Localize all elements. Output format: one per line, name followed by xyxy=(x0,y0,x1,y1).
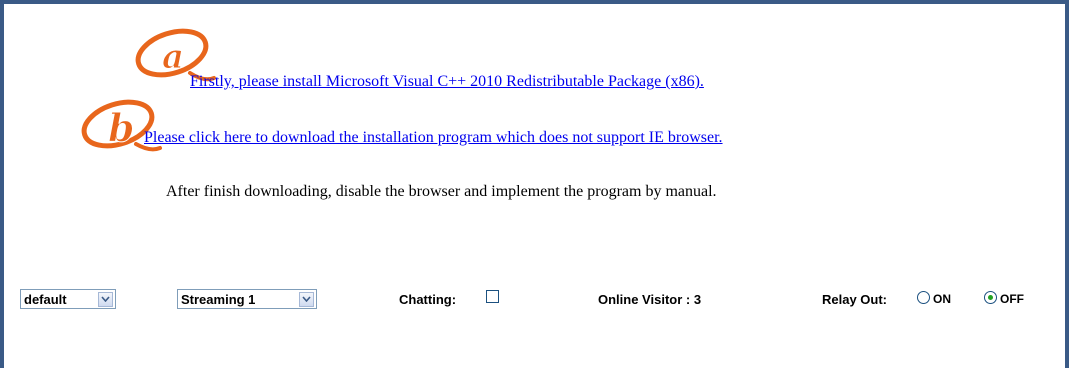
relay-on-radio[interactable] xyxy=(917,291,930,304)
install-vc-link[interactable]: Firstly, please install Microsoft Visual… xyxy=(190,73,704,91)
marker-b-letter: b xyxy=(108,105,135,150)
relay-on-label: ON xyxy=(933,292,951,306)
relay-off-radio[interactable] xyxy=(984,291,997,304)
marker-b-icon: b xyxy=(81,99,162,152)
download-program-link[interactable]: Please click here to download the instal… xyxy=(144,129,723,147)
chevron-down-icon[interactable] xyxy=(98,291,113,307)
relay-off-label: OFF xyxy=(1000,292,1024,306)
relay-out-label: Relay Out: xyxy=(822,292,888,307)
instructions-text: After finish downloading, disable the br… xyxy=(166,183,717,200)
chevron-down-icon[interactable] xyxy=(299,291,314,307)
quality-select-value: default xyxy=(24,291,67,307)
chatting-checkbox[interactable] xyxy=(486,290,499,303)
chatting-label: Chatting: xyxy=(399,292,457,307)
stream-select[interactable]: Streaming 1 xyxy=(177,289,317,309)
stream-select-value: Streaming 1 xyxy=(181,291,256,307)
online-visitor-text: Online Visitor : 3 xyxy=(598,292,702,307)
quality-select[interactable]: default xyxy=(20,289,116,309)
marker-a-letter: a xyxy=(162,37,184,77)
